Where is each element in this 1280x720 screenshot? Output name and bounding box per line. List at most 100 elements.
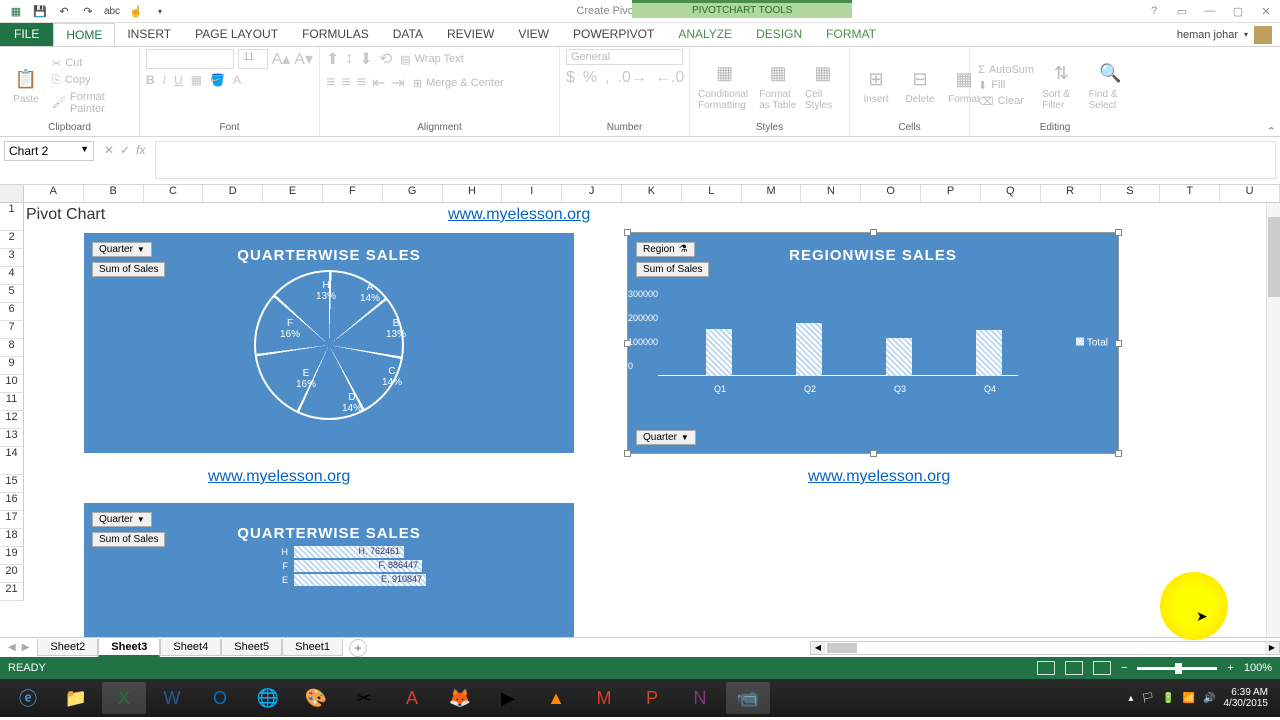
powerpoint-icon[interactable]: P <box>630 682 674 714</box>
col-header[interactable]: P <box>921 185 981 202</box>
new-sheet-button[interactable]: + <box>349 639 367 657</box>
col-header[interactable]: Q <box>981 185 1041 202</box>
outlook-taskbar-icon[interactable]: O <box>198 682 242 714</box>
percent-format-icon[interactable]: % <box>583 69 597 87</box>
grow-font-icon[interactable]: A▴ <box>272 49 291 69</box>
normal-view-icon[interactable] <box>1037 661 1055 675</box>
find-select-button[interactable]: 🔍Find & Select <box>1087 59 1134 113</box>
show-hidden-icons[interactable]: ▴ <box>1128 693 1133 704</box>
col-header[interactable]: L <box>682 185 742 202</box>
fill-button[interactable]: ⬇ Fill <box>976 78 1036 93</box>
sheet-tab[interactable]: Sheet2 <box>37 639 98 656</box>
row-header[interactable]: 12 <box>0 411 24 429</box>
col-header[interactable]: F <box>323 185 383 202</box>
file-explorer-icon[interactable]: 📁 <box>54 682 98 714</box>
delete-cells-button[interactable]: ⊟Delete <box>900 64 940 107</box>
vertical-scrollbar[interactable] <box>1266 203 1280 637</box>
accounting-format-icon[interactable]: $ <box>566 69 575 87</box>
pivot-chart-quarterwise-pie[interactable]: Quarter▼ Sum of Sales QUARTERWISE SALES … <box>84 233 574 453</box>
zoom-level[interactable]: 100% <box>1244 662 1272 674</box>
col-header[interactable]: S <box>1101 185 1161 202</box>
minimize-icon[interactable]: — <box>1200 3 1220 19</box>
align-middle-icon[interactable]: ↕ <box>345 50 353 68</box>
col-header[interactable]: R <box>1041 185 1101 202</box>
tab-data[interactable]: DATA <box>381 23 435 46</box>
col-header[interactable]: I <box>502 185 562 202</box>
col-header[interactable]: G <box>383 185 443 202</box>
row-header[interactable]: 2 <box>0 231 24 249</box>
recorder-icon[interactable]: 📹 <box>726 682 770 714</box>
sheet-tab[interactable]: Sheet3 <box>98 639 160 657</box>
row-header[interactable]: 13 <box>0 429 24 447</box>
row-header[interactable]: 19 <box>0 547 24 565</box>
font-size-combo[interactable]: 11 <box>238 49 268 69</box>
page-break-view-icon[interactable] <box>1093 661 1111 675</box>
cell-a1[interactable]: Pivot Chart <box>26 206 105 224</box>
ribbon-options-icon[interactable]: ▭ <box>1172 3 1192 19</box>
col-header[interactable]: A <box>24 185 84 202</box>
align-left-icon[interactable]: ≡ <box>326 74 335 92</box>
network-icon[interactable]: 📶 <box>1183 693 1195 704</box>
wrap-text-button[interactable]: ▤ Wrap Text <box>398 52 466 67</box>
row-header[interactable]: 16 <box>0 493 24 511</box>
col-header[interactable]: J <box>562 185 622 202</box>
paste-button[interactable]: 📋Paste <box>6 64 46 107</box>
row-header[interactable]: 21 <box>0 583 24 601</box>
tab-design[interactable]: DESIGN <box>744 23 814 46</box>
battery-icon[interactable]: 🔋 <box>1162 693 1174 704</box>
align-center-icon[interactable]: ≡ <box>341 74 350 92</box>
link-myelesson-3[interactable]: www.myelesson.org <box>808 468 950 486</box>
font-color-button[interactable]: A <box>233 73 241 87</box>
user-avatar[interactable] <box>1254 26 1272 44</box>
ie-icon[interactable]: ⓔ <box>6 682 50 714</box>
cell-styles-button[interactable]: ▦Cell Styles <box>803 59 843 113</box>
decrease-indent-icon[interactable]: ⇤ <box>372 73 385 93</box>
col-header[interactable]: M <box>742 185 802 202</box>
tab-powerpivot[interactable]: POWERPIVOT <box>561 23 666 46</box>
m-app-icon[interactable]: M <box>582 682 626 714</box>
quarter-filter-button[interactable]: Quarter▼ <box>92 242 152 257</box>
col-header[interactable]: O <box>861 185 921 202</box>
clear-button[interactable]: ⌫ Clear <box>976 94 1036 109</box>
row-header[interactable]: 9 <box>0 357 24 375</box>
file-tab[interactable]: FILE <box>0 23 53 46</box>
sheet-tab[interactable]: Sheet1 <box>282 639 343 656</box>
increase-decimal-icon[interactable]: .0→ <box>618 69 647 87</box>
row-header[interactable]: 10 <box>0 375 24 393</box>
tab-formulas[interactable]: FORMULAS <box>290 23 381 46</box>
col-header[interactable]: C <box>144 185 204 202</box>
row-header[interactable]: 6 <box>0 303 24 321</box>
tab-review[interactable]: REVIEW <box>435 23 506 46</box>
tab-home[interactable]: HOME <box>53 23 115 46</box>
media-player-icon[interactable]: ▶ <box>486 682 530 714</box>
col-header[interactable]: U <box>1220 185 1280 202</box>
sum-of-sales-button-3[interactable]: Sum of Sales <box>92 532 165 547</box>
vlc-icon[interactable]: ▲ <box>534 682 578 714</box>
page-layout-view-icon[interactable] <box>1065 661 1083 675</box>
sort-filter-button[interactable]: ⇅Sort & Filter <box>1040 59 1083 113</box>
enter-formula-icon[interactable]: ✓ <box>120 143 130 157</box>
copy-button[interactable]: ⎘ Copy <box>50 73 133 88</box>
italic-button[interactable]: I <box>163 73 166 87</box>
sheet-tab[interactable]: Sheet5 <box>221 639 282 656</box>
collapse-ribbon-icon[interactable]: ˆ <box>1269 126 1274 144</box>
volume-icon[interactable]: 🔊 <box>1203 693 1215 704</box>
firefox-icon[interactable]: 🦊 <box>438 682 482 714</box>
name-box[interactable]: Chart 2▼ <box>4 141 94 161</box>
row-header[interactable]: 4 <box>0 267 24 285</box>
row-header[interactable]: 5 <box>0 285 24 303</box>
row-header[interactable]: 8 <box>0 339 24 357</box>
link-myelesson-1[interactable]: www.myelesson.org <box>448 206 590 224</box>
action-center-icon[interactable]: 🏳 <box>1141 693 1154 704</box>
align-bottom-icon[interactable]: ⬇ <box>359 49 372 69</box>
formula-input[interactable] <box>155 141 1276 179</box>
bold-button[interactable]: B <box>146 73 155 87</box>
col-header[interactable]: K <box>622 185 682 202</box>
save-icon[interactable]: 💾 <box>32 3 48 19</box>
cancel-formula-icon[interactable]: ✕ <box>104 143 114 157</box>
fill-color-button[interactable]: 🪣 <box>210 73 225 87</box>
select-all-corner[interactable] <box>0 185 24 202</box>
adobe-reader-icon[interactable]: A <box>390 682 434 714</box>
close-icon[interactable]: ✕ <box>1256 3 1276 19</box>
link-myelesson-2[interactable]: www.myelesson.org <box>208 468 350 486</box>
